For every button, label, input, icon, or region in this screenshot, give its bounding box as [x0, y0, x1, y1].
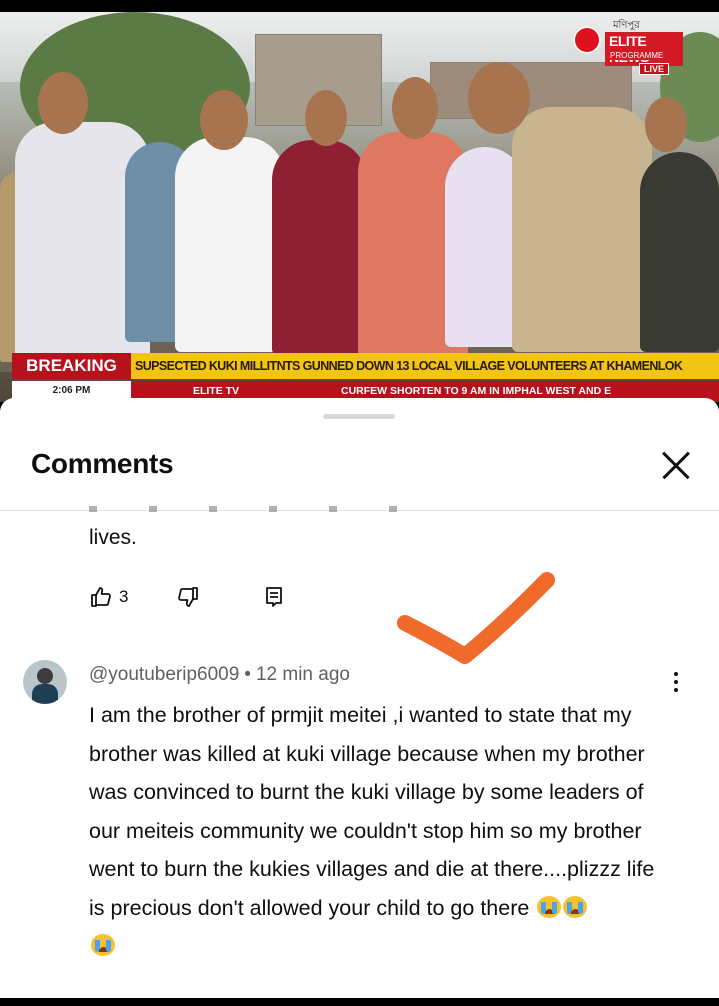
comment-meta: @youtuberip6009 • 12 min ago [89, 664, 350, 686]
like-count: 3 [119, 587, 129, 606]
loudly-crying-emoji [537, 895, 562, 918]
logo-tagline: PROGRAMME [607, 51, 667, 60]
logo-dot-icon [573, 26, 601, 54]
video-person [512, 107, 652, 352]
loudly-crying-emoji [91, 934, 115, 956]
video-person-head [392, 77, 438, 139]
comment-text: I am the brother of prmjit meitei ,i wan… [89, 703, 655, 920]
avatar-body [32, 684, 58, 704]
video-person [272, 140, 367, 355]
news-ticker: BREAKING SUPSECTED KUKI MILLITNTS GUNNED… [12, 345, 719, 402]
video-player[interactable]: মণিপুর ELITE NEWS PROGRAMME LIVE BREAKIN… [0, 12, 719, 402]
comment-actions: 3 [89, 584, 286, 610]
logo-brand: ELITE NEWS [605, 32, 683, 66]
breaking-label: BREAKING [12, 353, 131, 379]
comment-author[interactable]: @youtuberip6009 [89, 664, 239, 685]
video-person-head [645, 97, 687, 152]
screenshot-frame: মণিপুর ELITE NEWS PROGRAMME LIVE BREAKIN… [0, 0, 719, 1006]
avatar-face [37, 668, 53, 684]
checkmark-annotation [397, 572, 555, 664]
thumbs-down-icon[interactable] [176, 585, 200, 609]
ticker-headline: SUPSECTED KUKI MILLITNTS GUNNED DOWN 13 … [131, 353, 719, 379]
video-person-head [38, 72, 88, 134]
meta-separator: • [244, 664, 251, 685]
comment-item: @youtuberip6009 • 12 min ago I am the brot… [0, 660, 719, 998]
avatar[interactable] [23, 660, 67, 704]
loudly-crying-emoji [563, 895, 588, 918]
comment-body: I am the brother of prmjit meitei ,i wan… [89, 696, 674, 966]
video-person [640, 152, 719, 352]
comments-sheet: Comments lives. 3 @youtuberip6009 • 12 m… [0, 398, 719, 998]
reply-icon[interactable] [262, 585, 286, 609]
previous-comment-tail: lives. [89, 506, 448, 549]
video-person-head [200, 90, 248, 150]
video-person-head [305, 90, 347, 146]
comment-time: 12 min ago [255, 664, 350, 685]
thumbs-up-icon[interactable] [89, 585, 113, 609]
video-person [175, 137, 285, 352]
channel-logo: মণিপুর ELITE NEWS PROGRAMME LIVE [573, 18, 683, 80]
drag-handle[interactable] [323, 414, 395, 419]
video-person-head [468, 62, 530, 134]
live-badge: LIVE [639, 63, 670, 75]
close-icon[interactable] [654, 444, 698, 488]
comments-title: Comments [31, 448, 174, 479]
